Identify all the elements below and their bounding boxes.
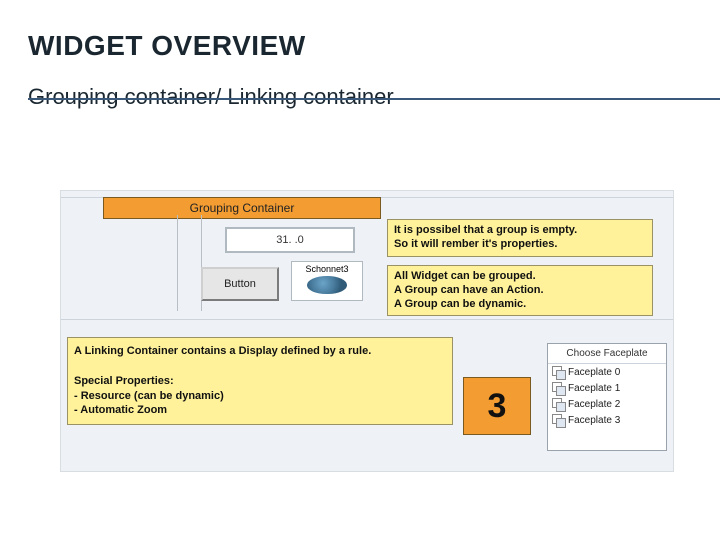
faceplate-icon [552,382,564,394]
faceplate-option[interactable]: Faceplate 2 [548,396,666,412]
divider [177,215,178,311]
faceplate-option[interactable]: Faceplate 1 [548,380,666,396]
note-grouped-widgets: All Widget can be grouped. A Group can h… [387,265,653,316]
faceplate-chooser: Choose Faceplate Faceplate 0 Faceplate 1… [547,343,667,451]
sample-widget-icon [307,276,347,294]
slide: WIDGET OVERVIEW Grouping container/ Link… [0,30,720,540]
faceplate-icon [552,398,564,410]
faceplate-label: Faceplate 3 [568,415,620,426]
grouping-container-title: Grouping Container [103,197,381,219]
divider [61,197,103,198]
divider [61,319,673,320]
sample-widget: Schonnet3 [291,261,363,301]
linking-display-number: 3 [463,377,531,435]
note-empty-group: It is possibel that a group is empty. So… [387,219,653,257]
faceplate-icon [552,366,564,378]
faceplate-label: Faceplate 2 [568,399,620,410]
note-linking-container: A Linking Container contains a Display d… [67,337,453,425]
divider [381,197,673,198]
example-screenshot: Grouping Container 31. .0 Button Schonne… [60,190,674,472]
value-display: 31. .0 [225,227,355,253]
faceplate-option[interactable]: Faceplate 3 [548,412,666,428]
faceplate-option[interactable]: Faceplate 0 [548,364,666,380]
title-underline [28,98,720,100]
faceplate-label: Faceplate 1 [568,383,620,394]
sample-button[interactable]: Button [201,267,279,301]
page-subtitle: Grouping container/ Linking container [28,84,720,110]
faceplate-label: Faceplate 0 [568,367,620,378]
faceplate-chooser-title: Choose Faceplate [548,344,666,364]
faceplate-icon [552,414,564,426]
sample-widget-label: Schonnet3 [292,264,362,274]
page-title: WIDGET OVERVIEW [28,30,720,62]
